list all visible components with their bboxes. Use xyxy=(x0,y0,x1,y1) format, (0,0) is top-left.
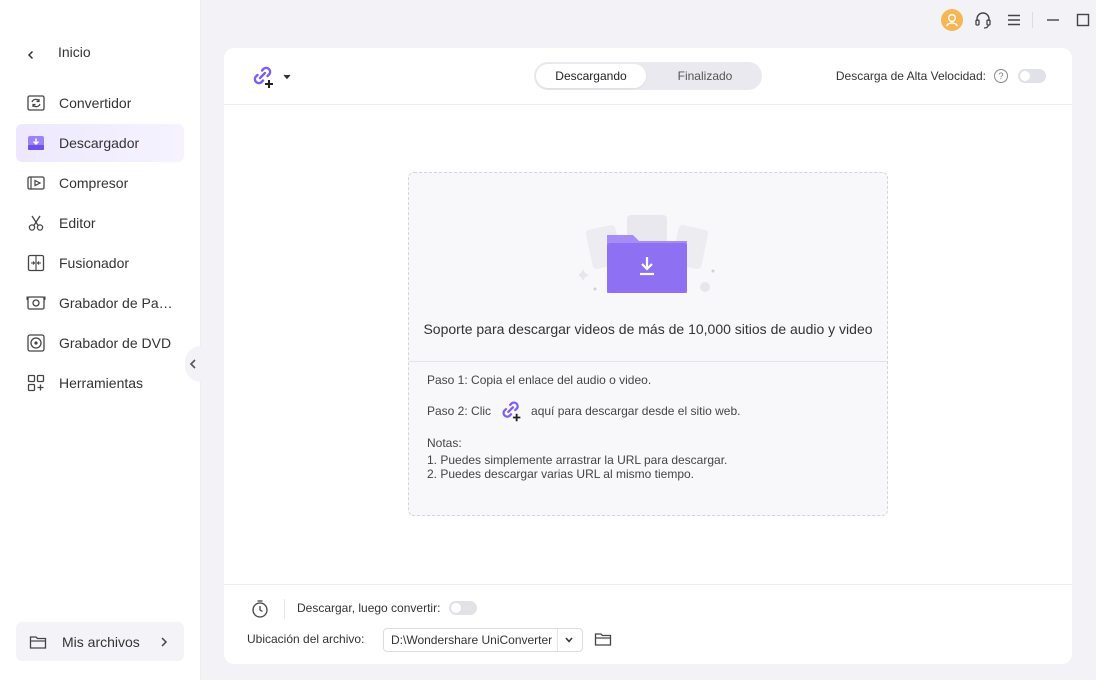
chevron-down-icon xyxy=(557,629,580,651)
titlebar-divider xyxy=(1032,12,1033,28)
sidebar-item-label: Grabador de DVD xyxy=(59,335,172,351)
note-item: 2. Puedes descargar varias URL al mismo … xyxy=(427,467,694,481)
step-1-text: Paso 1: Copia el enlace del audio o vide… xyxy=(427,373,652,387)
download-tabs: Descargando Finalizado xyxy=(534,62,762,90)
sidebar-nav: Convertidor Descargador Compresor Editor… xyxy=(16,84,184,404)
home-label: Inicio xyxy=(58,44,91,60)
open-folder-icon[interactable] xyxy=(594,630,612,648)
headset-icon xyxy=(975,12,991,29)
sidebar-item-descargador[interactable]: Descargador xyxy=(16,124,184,162)
tab-finalizado[interactable]: Finalizado xyxy=(650,64,760,88)
scissors-icon xyxy=(26,213,46,233)
file-location-value: D:\Wondershare UniConverter xyxy=(391,633,553,647)
user-avatar-button[interactable] xyxy=(941,9,963,31)
panel-footer: Descargar, luego convertir: Ubicación de… xyxy=(224,584,1072,665)
hamburger-icon xyxy=(1008,14,1020,26)
sidebar-item-label: Editor xyxy=(59,215,96,231)
step-2-row: Paso 2: Clic aquí para descargar desde e… xyxy=(427,399,867,423)
grid-icon xyxy=(26,373,46,393)
step-2-prefix: Paso 2: Clic xyxy=(427,404,492,418)
footer-divider xyxy=(284,599,285,619)
my-files-button[interactable]: Mis archivos xyxy=(16,622,184,661)
download-folder-illustration xyxy=(579,215,715,293)
sidebar-item-editor[interactable]: Editor xyxy=(16,204,184,242)
high-speed-toggle[interactable] xyxy=(1018,69,1046,83)
home-link[interactable]: Inicio xyxy=(26,42,91,62)
notes-title: Notas: xyxy=(427,436,462,450)
screen-record-icon xyxy=(26,293,46,313)
compress-icon xyxy=(26,173,46,193)
sidebar-item-herramientas[interactable]: Herramientas xyxy=(16,364,184,402)
dropzone-instructions: Paso 1: Copia el enlace del audio o vide… xyxy=(427,373,867,481)
dropzone-divider xyxy=(409,361,887,362)
folder-icon xyxy=(29,633,47,651)
download-convert-toggle[interactable] xyxy=(449,601,478,615)
panel-toolbar: Descargando Finalizado Descarga de Alta … xyxy=(224,48,1072,105)
chevron-right-icon xyxy=(160,636,168,647)
add-url-button[interactable] xyxy=(250,65,298,89)
window-titlebar xyxy=(856,0,1096,38)
download-convert-setting: Descargar, luego convertir: xyxy=(297,601,478,615)
chevron-left-icon xyxy=(26,47,36,60)
download-dropzone[interactable]: Soporte para descargar videos de más de … xyxy=(408,172,888,516)
timer-icon[interactable] xyxy=(250,599,270,619)
download-icon xyxy=(26,133,46,153)
downloader-panel: Descargando Finalizado Descarga de Alta … xyxy=(224,48,1072,664)
sidebar-item-fusionador[interactable]: Fusionador xyxy=(16,244,184,282)
step-2-suffix: aquí para descargar desde el sitio web. xyxy=(531,404,741,418)
sidebar-item-compresor[interactable]: Compresor xyxy=(16,164,184,202)
link-add-icon xyxy=(253,66,273,88)
file-location-label: Ubicación del archivo: xyxy=(247,632,365,646)
chevron-left-icon xyxy=(189,359,196,369)
high-speed-setting: Descarga de Alta Velocidad: ? xyxy=(836,68,1046,84)
chevron-down-icon xyxy=(283,74,291,80)
sidebar-item-label: Compresor xyxy=(59,175,129,191)
file-location-select[interactable]: D:\Wondershare UniConverter xyxy=(383,628,583,652)
high-speed-label: Descarga de Alta Velocidad: xyxy=(835,69,986,83)
maximize-icon xyxy=(1076,13,1090,27)
menu-button[interactable] xyxy=(1003,9,1025,31)
sidebar-item-label: Convertidor xyxy=(59,95,132,111)
support-button[interactable] xyxy=(972,9,994,31)
link-add-icon xyxy=(502,401,521,422)
convert-icon xyxy=(26,93,46,113)
sidebar-item-label: Grabador de Pan... xyxy=(59,295,177,311)
note-item: 1. Puedes simplemente arrastrar la URL p… xyxy=(427,453,728,467)
minimize-button[interactable] xyxy=(1042,9,1064,31)
my-files-label: Mis archivos xyxy=(62,633,140,650)
minimize-icon xyxy=(1047,19,1059,21)
sidebar-item-grabador-dvd[interactable]: Grabador de DVD xyxy=(16,324,184,362)
tab-descargando[interactable]: Descargando xyxy=(536,64,646,88)
sidebar-item-label: Herramientas xyxy=(59,375,144,391)
dvd-icon xyxy=(26,333,46,353)
sidebar-item-label: Descargador xyxy=(59,135,140,151)
sidebar-item-grabador-pantalla[interactable]: Grabador de Pan... xyxy=(16,284,184,322)
dropzone-title: Soporte para descargar videos de más de … xyxy=(423,321,873,337)
help-icon[interactable]: ? xyxy=(994,69,1008,83)
maximize-button[interactable] xyxy=(1072,9,1094,31)
download-convert-label: Descargar, luego convertir: xyxy=(297,601,441,615)
inline-add-url-button[interactable] xyxy=(499,399,525,423)
sidebar-item-convertidor[interactable]: Convertidor xyxy=(16,84,184,122)
user-icon xyxy=(941,9,963,31)
merge-icon xyxy=(26,253,46,273)
sidebar: Inicio Convertidor Descargador Compresor… xyxy=(0,0,201,680)
sidebar-item-label: Fusionador xyxy=(59,255,130,271)
